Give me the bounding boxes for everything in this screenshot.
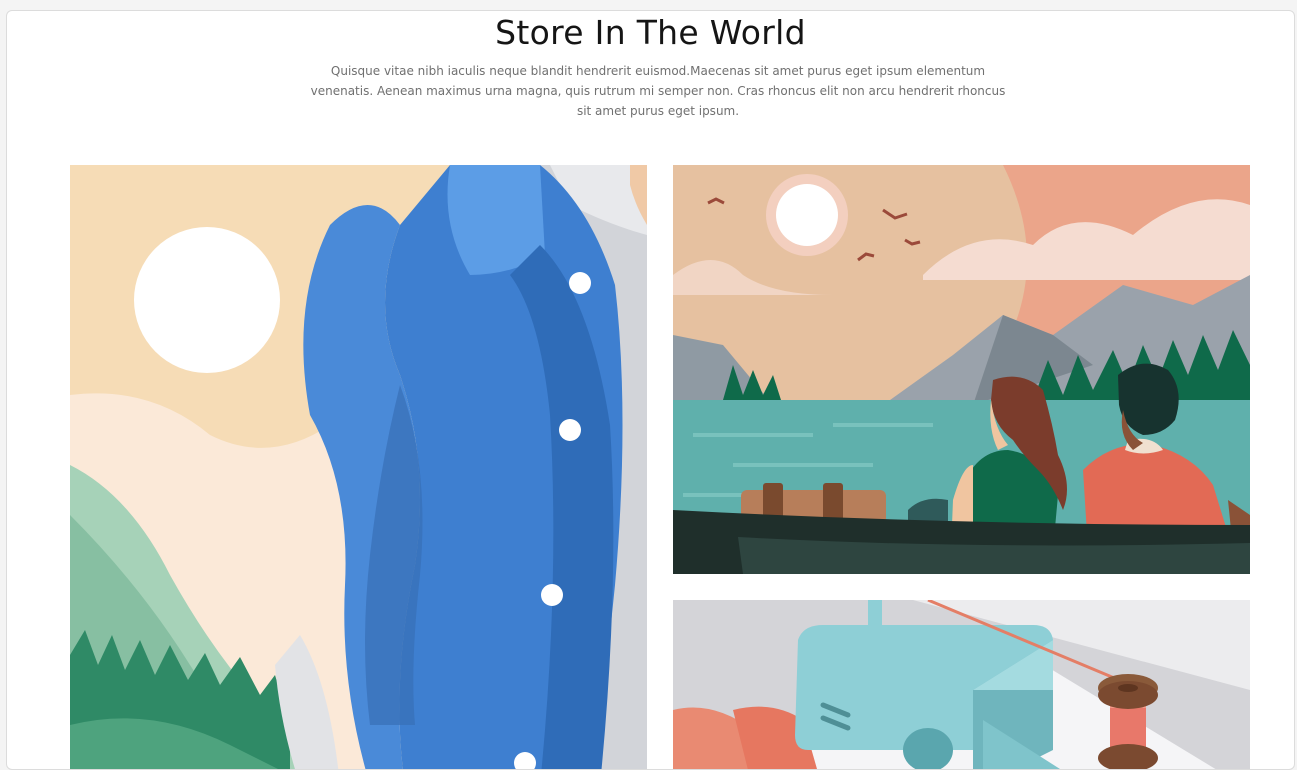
- gallery-image-sewing-machine[interactable]: [673, 600, 1250, 769]
- boat-illustration: [673, 165, 1250, 574]
- section-description: Quisque vitae nibh iaculis neque blandit…: [310, 64, 1006, 118]
- gallery-image-boat[interactable]: [673, 165, 1250, 574]
- store-section: Store In The World Quisque vitae nibh ia…: [6, 10, 1295, 770]
- section-title: Store In The World: [495, 13, 806, 52]
- sewing-machine-illustration: [673, 600, 1250, 769]
- gallery-image-shirt[interactable]: [70, 165, 647, 769]
- shirt-illustration: [70, 165, 647, 769]
